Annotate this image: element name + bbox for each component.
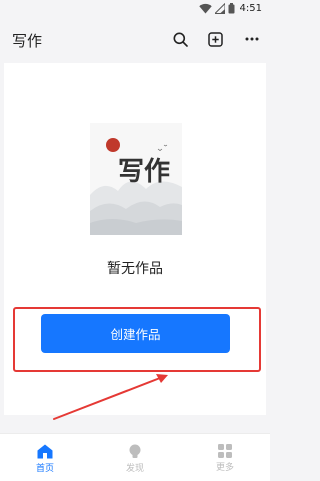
status-icons: 4:51 (198, 0, 262, 18)
red-sun-icon (106, 138, 120, 152)
more-dots-icon (245, 37, 259, 41)
wifi-icon (198, 0, 212, 18)
app-bar: 写作 (0, 17, 270, 63)
search-button[interactable] (171, 30, 189, 48)
page-title: 写作 (12, 32, 43, 50)
status-bar: 4:51 (0, 0, 270, 17)
grid-icon (218, 444, 232, 458)
nav-label-discover: 发现 (125, 464, 144, 474)
create-work-button[interactable]: 创建作品 (41, 314, 230, 353)
nav-item-more[interactable]: 更多 (180, 434, 270, 481)
cover-calligraphy-text: 写作 (118, 157, 170, 187)
nav-label-more: 更多 (215, 463, 234, 473)
empty-state-message: 暂无作品 (107, 261, 163, 277)
nav-item-discover[interactable]: 发现 (90, 434, 180, 481)
add-box-icon (207, 31, 223, 47)
status-time: 4:51 (239, 3, 262, 14)
empty-cover-illustration: 写作 (90, 123, 182, 235)
nav-item-home[interactable]: 首页 (0, 434, 90, 481)
lightbulb-icon (129, 444, 141, 458)
add-button[interactable] (206, 30, 224, 48)
more-button[interactable] (243, 30, 261, 48)
home-icon (37, 444, 53, 459)
signal-icon (213, 0, 226, 18)
nav-label-home: 首页 (35, 464, 54, 474)
search-icon (173, 32, 188, 47)
battery-icon (228, 0, 235, 18)
bottom-navigation: 首页 发现 更多 (0, 433, 270, 481)
